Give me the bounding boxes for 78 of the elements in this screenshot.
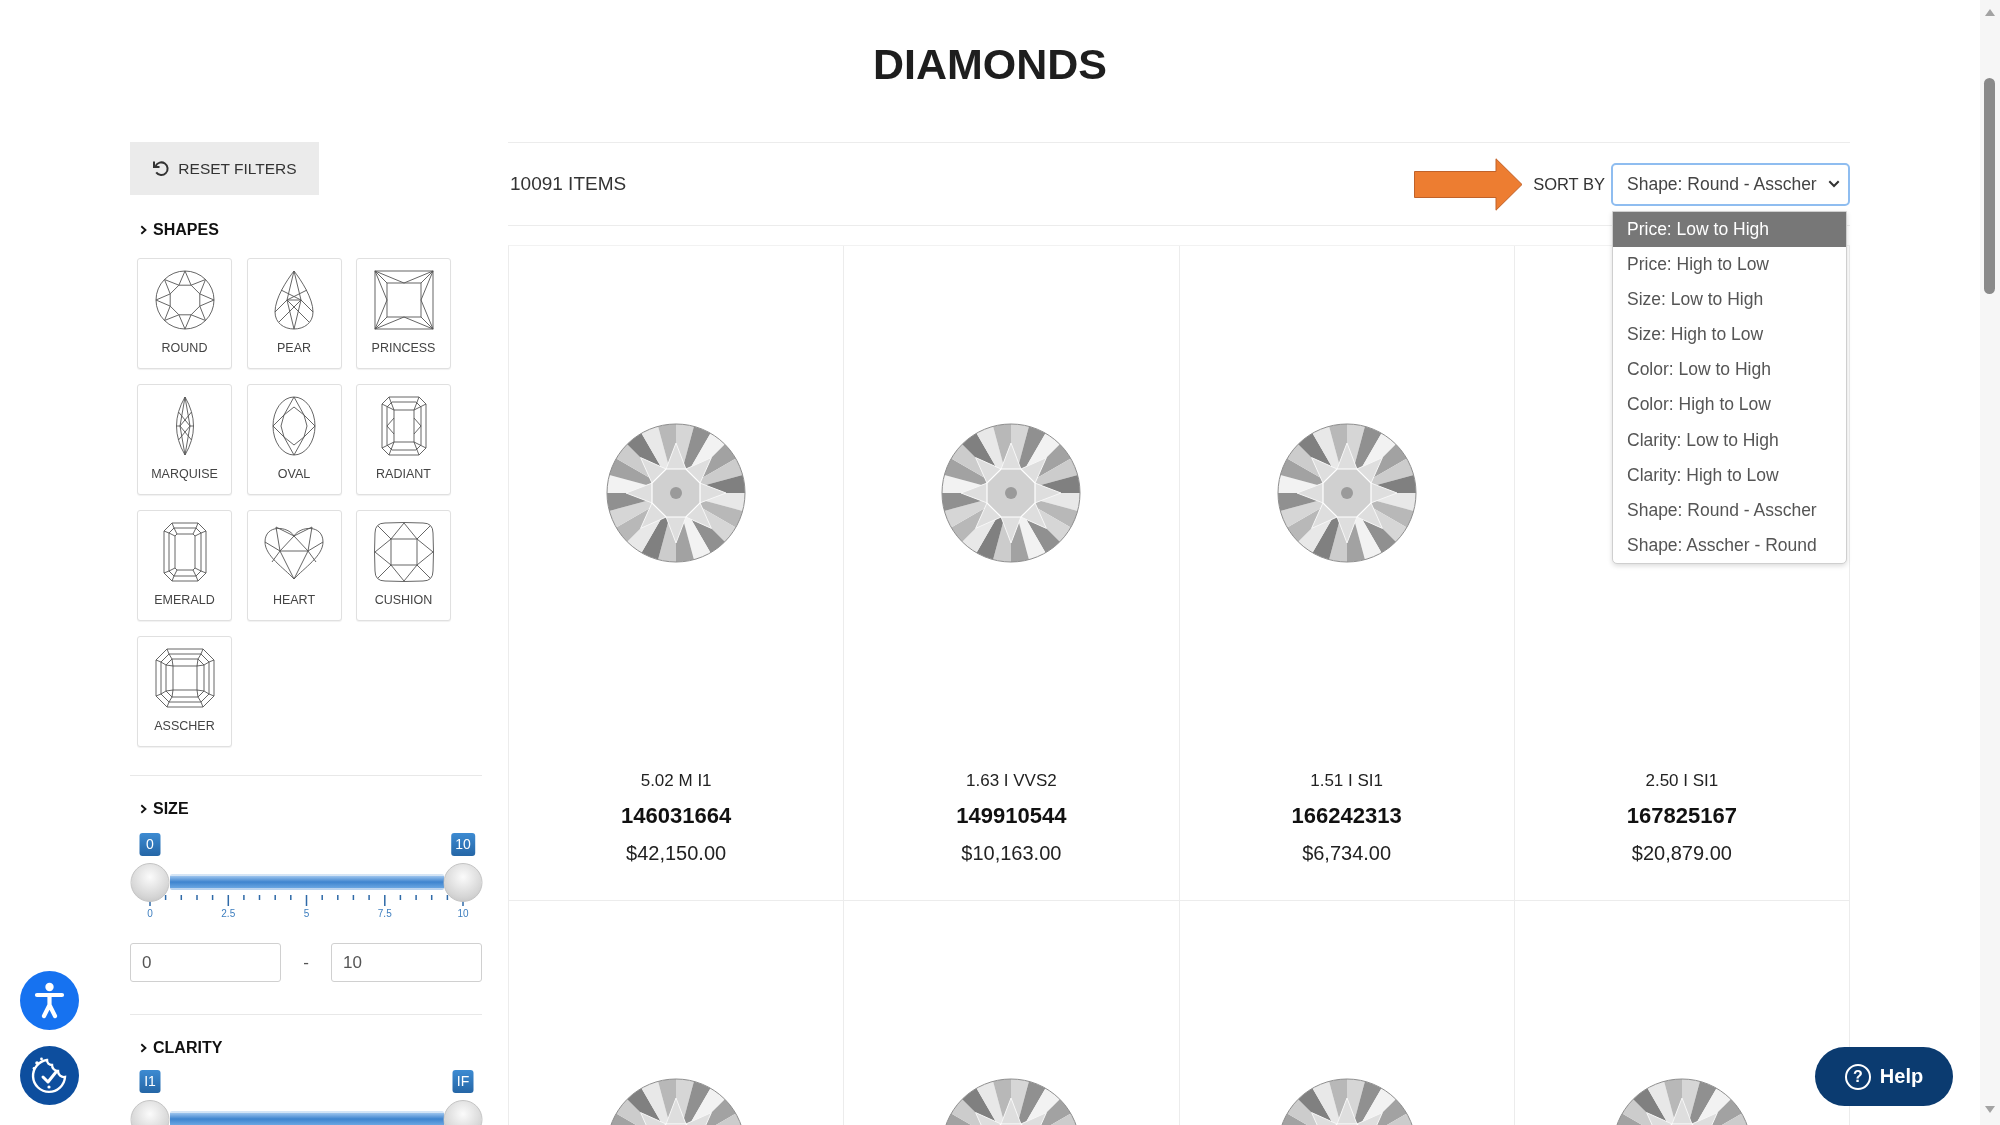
sort-select[interactable]: Shape: Round - Asscher: [1611, 162, 1850, 206]
dropdown-option[interactable]: Size: High to Low: [1613, 317, 1846, 353]
product-card[interactable]: 1.63 I VVS2 149910544 $10,163.00: [844, 246, 1180, 901]
dropdown-option[interactable]: Price: High to Low: [1613, 246, 1846, 282]
shape-option[interactable]: EMERALD: [137, 510, 232, 621]
min-size-field[interactable]: 0: [130, 943, 281, 982]
scroll-up-icon[interactable]: [1985, 9, 1995, 16]
tick-label: 7.5: [377, 908, 392, 920]
shape-option[interactable]: OVAL: [246, 384, 342, 495]
dropdown-option[interactable]: Clarity: Low to High: [1613, 422, 1846, 458]
page-title: DIAMONDS: [872, 39, 1108, 90]
shape-option[interactable]: ROUND: [137, 258, 232, 369]
emerald-cut-icon: [162, 522, 207, 582]
product-id: 149910544: [956, 802, 1067, 830]
product-specs: 1.63 I VVS2: [966, 770, 1057, 792]
tick-label: 10: [457, 908, 469, 920]
tick-label: 0: [147, 908, 153, 920]
question-icon: ?: [1844, 1063, 1871, 1090]
product-card[interactable]: 5.02 M I1 146031664 $42,150.00: [509, 246, 845, 901]
dropdown-option[interactable]: Price: Low to High: [1613, 211, 1846, 247]
reset-filters-button[interactable]: RESET FILTERS: [130, 142, 319, 195]
princess-cut-icon: [373, 270, 434, 330]
product-specs: 2.50 I SI1: [1645, 770, 1719, 792]
section-toggle[interactable]: SHAPES: [140, 220, 219, 240]
section-toggle[interactable]: SIZE: [140, 799, 189, 819]
slider-handle[interactable]: [443, 862, 483, 902]
slider-handle[interactable]: [130, 862, 170, 902]
product-price: $20,879.00: [1631, 841, 1732, 865]
dropdown-option[interactable]: Clarity: High to Low: [1613, 457, 1846, 493]
asscher-cut-icon: [154, 648, 215, 708]
slider-value-badge: I1: [139, 1070, 161, 1093]
sort-label: SORT BY: [1533, 174, 1605, 194]
product-specs: 1.51 I SI1: [1310, 770, 1383, 792]
rotate-arrow-icon: [152, 160, 170, 177]
slider-value-badge: 0: [139, 833, 161, 856]
shape-option[interactable]: RADIANT: [356, 384, 451, 495]
oval-cut-icon: [272, 396, 316, 456]
scroll-down-icon[interactable]: [1985, 1106, 1995, 1113]
chevron-icon: [140, 225, 147, 235]
product-id: 166242313: [1291, 802, 1402, 830]
shape-option[interactable]: PRINCESS: [356, 258, 451, 369]
dropdown-option[interactable]: Color: Low to High: [1613, 352, 1846, 388]
dropdown-option[interactable]: Shape: Round - Asscher: [1613, 493, 1846, 529]
pear-cut-icon: [274, 270, 314, 330]
tick-label: 2.5: [221, 908, 236, 920]
product-card[interactable]: 1.51 I SI1 166242313 $6,734.00: [1179, 246, 1515, 901]
chevron-icon: [140, 1043, 147, 1053]
product-price: $42,150.00: [626, 841, 727, 865]
scrollbar-thumb[interactable]: [1984, 78, 1995, 294]
slider-value-badge: IF: [452, 1070, 474, 1093]
accessibility-icon[interactable]: [20, 971, 79, 1030]
product-price: $10,163.00: [961, 841, 1062, 865]
section-toggle[interactable]: CLARITY: [140, 1038, 223, 1058]
max-size-field[interactable]: 10: [331, 943, 482, 982]
heart-cut-icon: [264, 524, 324, 580]
product-specs: 5.02 M I1: [640, 770, 712, 792]
shape-option[interactable]: CUSHION: [356, 510, 451, 621]
shape-option[interactable]: ASSCHER: [137, 636, 232, 747]
shape-option[interactable]: HEART: [246, 510, 342, 621]
cushion-cut-icon: [373, 522, 434, 582]
dropdown-option[interactable]: Color: High to Low: [1613, 387, 1846, 423]
radiant-cut-icon: [380, 396, 427, 456]
chevron-icon: [140, 804, 147, 814]
shape-option[interactable]: MARQUISE: [137, 384, 232, 495]
product-id: 167825167: [1626, 802, 1737, 830]
item-count: 10091 ITEMS: [510, 173, 627, 195]
range-separator: -: [303, 952, 309, 973]
caret-icon: [1828, 180, 1840, 188]
slider-value-badge: 10: [451, 833, 475, 856]
help-button[interactable]: ? Help: [1815, 1047, 1953, 1106]
product-id: 146031664: [621, 802, 732, 830]
round-cut-icon: [154, 270, 215, 330]
dropdown-option[interactable]: Size: Low to High: [1613, 281, 1846, 318]
cookie-check-icon[interactable]: [20, 1046, 79, 1105]
dropdown-option[interactable]: Shape: Asscher - Round: [1613, 528, 1846, 564]
shape-option[interactable]: PEAR: [246, 258, 342, 369]
product-price: $6,734.00: [1302, 841, 1392, 865]
tick-label: 5: [303, 908, 310, 920]
